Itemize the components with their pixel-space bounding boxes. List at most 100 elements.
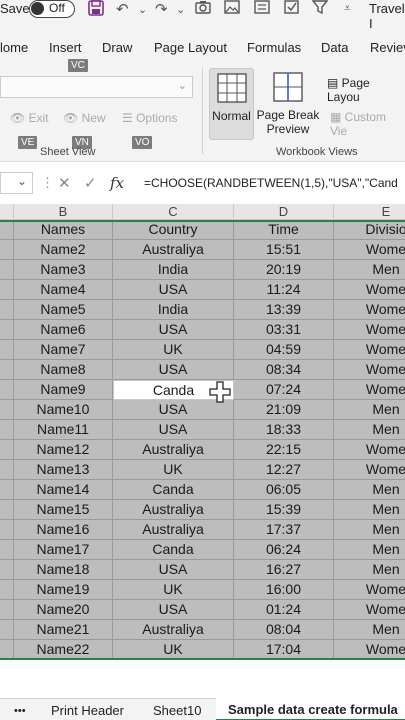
column-header-e[interactable]: E <box>334 204 405 220</box>
table-cell[interactable]: 08:34 <box>234 360 334 380</box>
table-cell[interactable]: 15:39 <box>234 500 334 520</box>
table-cell[interactable]: Men <box>334 500 405 520</box>
table-cell[interactable]: Wome <box>334 360 405 380</box>
table-cell[interactable]: Name10 <box>14 400 113 420</box>
table-cell[interactable]: Wome <box>334 240 405 260</box>
tab-draw[interactable]: Draw <box>102 40 132 55</box>
checkbox-icon[interactable] <box>284 0 300 18</box>
table-cell[interactable]: Name15 <box>14 500 113 520</box>
column-a-cell[interactable] <box>0 240 14 260</box>
table-cell[interactable]: Name3 <box>14 260 113 280</box>
column-a-cell[interactable] <box>0 440 14 460</box>
customize-toolbar-icon[interactable]: ⩡ <box>344 1 351 16</box>
table-cell[interactable]: Name20 <box>14 600 113 620</box>
column-a-cell[interactable] <box>0 220 14 240</box>
table-cell[interactable]: 17:37 <box>234 520 334 540</box>
camera-icon[interactable] <box>195 0 211 18</box>
table-cell[interactable]: Name12 <box>14 440 113 460</box>
sheet-tab-print-header[interactable]: Print Header <box>51 703 124 718</box>
table-cell[interactable]: 21:09 <box>234 400 334 420</box>
tab-page-layout[interactable]: Page Layout <box>154 40 227 55</box>
table-cell[interactable]: Australiya <box>113 520 234 540</box>
table-cell[interactable]: Name14 <box>14 480 113 500</box>
table-cell[interactable]: Australiya <box>113 240 234 260</box>
tab-insert[interactable]: Insert <box>49 40 82 55</box>
column-a-cell[interactable] <box>0 520 14 540</box>
page-layout-button[interactable]: ▤ Page Layou <box>327 76 405 104</box>
column-a-cell[interactable] <box>0 460 14 480</box>
table-cell[interactable]: Name8 <box>14 360 113 380</box>
table-cell[interactable]: Name4 <box>14 280 113 300</box>
undo-icon[interactable]: ↶ <box>116 0 129 18</box>
column-a-cell[interactable] <box>0 380 14 400</box>
table-cell[interactable]: UK <box>113 640 234 660</box>
page-break-preview-button[interactable]: Page Break Preview <box>256 68 320 140</box>
table-cell[interactable]: Name21 <box>14 620 113 640</box>
tab-data[interactable]: Data <box>321 40 348 55</box>
sheet-tab-sheet10[interactable]: Sheet10 <box>153 703 201 718</box>
table-cell[interactable]: Wome <box>334 440 405 460</box>
table-cell[interactable]: USA <box>113 360 234 380</box>
table-cell[interactable]: Wome <box>334 460 405 480</box>
filter-icon[interactable] <box>311 0 329 18</box>
column-a-cell[interactable] <box>0 600 14 620</box>
table-cell[interactable]: USA <box>113 600 234 620</box>
table-cell[interactable]: Canda <box>113 480 234 500</box>
column-a-cell[interactable] <box>0 260 14 280</box>
column-header-d[interactable]: D <box>234 204 334 220</box>
table-cell[interactable]: Men <box>334 560 405 580</box>
name-box[interactable]: ⌄ <box>0 172 33 194</box>
more-options-icon[interactable]: ⋮ <box>41 175 54 191</box>
formula-input[interactable]: =CHOOSE(RANDBETWEEN(1,5),"USA","Cand <box>144 176 398 190</box>
table-cell[interactable]: Wome <box>334 600 405 620</box>
exit-sheet-view-button[interactable]: 👁 Exit <box>10 111 49 125</box>
form-icon[interactable] <box>254 0 270 18</box>
column-a-cell[interactable] <box>0 400 14 420</box>
table-cell[interactable]: Wome <box>334 380 405 400</box>
table-cell[interactable]: USA <box>113 320 234 340</box>
chevron-down-icon[interactable]: ⌄ <box>176 3 185 16</box>
worksheet-grid[interactable]: B C D E Names Country Time Divisio Name2 Aust… <box>0 204 405 660</box>
table-cell[interactable]: 06:24 <box>234 540 334 560</box>
table-cell[interactable]: USA <box>113 280 234 300</box>
column-a-cell[interactable] <box>0 560 14 580</box>
tab-formulas[interactable]: Formulas <box>247 40 301 55</box>
new-sheet-view-button[interactable]: 👁 New <box>63 111 106 125</box>
sheet-view-dropdown[interactable]: ⌄ <box>0 76 193 98</box>
image-icon[interactable] <box>224 0 240 18</box>
table-cell[interactable]: Name13 <box>14 460 113 480</box>
table-cell[interactable]: Wome <box>334 580 405 600</box>
table-cell[interactable]: 12:27 <box>234 460 334 480</box>
table-cell[interactable]: Name19 <box>14 580 113 600</box>
column-a-cell[interactable] <box>0 580 14 600</box>
tab-review[interactable]: Reviev <box>370 40 405 55</box>
table-cell[interactable]: 08:04 <box>234 620 334 640</box>
column-a-cell[interactable] <box>0 420 14 440</box>
column-a-cell[interactable] <box>0 360 14 380</box>
table-cell[interactable]: Men <box>334 520 405 540</box>
table-cell[interactable]: 17:04 <box>234 640 334 660</box>
table-cell[interactable]: Australiya <box>113 440 234 460</box>
table-cell[interactable]: Australiya <box>113 620 234 640</box>
table-cell[interactable]: Name11 <box>14 420 113 440</box>
table-cell[interactable]: 13:39 <box>234 300 334 320</box>
table-cell[interactable]: Wome <box>334 640 405 660</box>
table-cell[interactable]: USA <box>113 420 234 440</box>
table-cell[interactable]: Wome <box>334 320 405 340</box>
header-cell[interactable]: Time <box>234 220 334 240</box>
sheet-view-options-button[interactable]: ☰ Options <box>122 111 177 125</box>
table-cell[interactable]: USA <box>113 560 234 580</box>
column-a-cell[interactable] <box>0 340 14 360</box>
more-sheets-button[interactable]: ••• <box>14 705 26 717</box>
table-cell[interactable]: Men <box>334 400 405 420</box>
table-cell[interactable]: Name7 <box>14 340 113 360</box>
table-cell[interactable]: 18:33 <box>234 420 334 440</box>
table-cell[interactable]: 22:15 <box>234 440 334 460</box>
column-a-cell[interactable] <box>0 320 14 340</box>
enter-icon[interactable]: ✓ <box>84 174 97 192</box>
table-cell[interactable]: 03:31 <box>234 320 334 340</box>
table-cell[interactable]: 15:51 <box>234 240 334 260</box>
table-cell[interactable]: India <box>113 300 234 320</box>
column-a-cell[interactable] <box>0 300 14 320</box>
sheet-tab-active[interactable]: Sample data create formula <box>216 697 405 720</box>
